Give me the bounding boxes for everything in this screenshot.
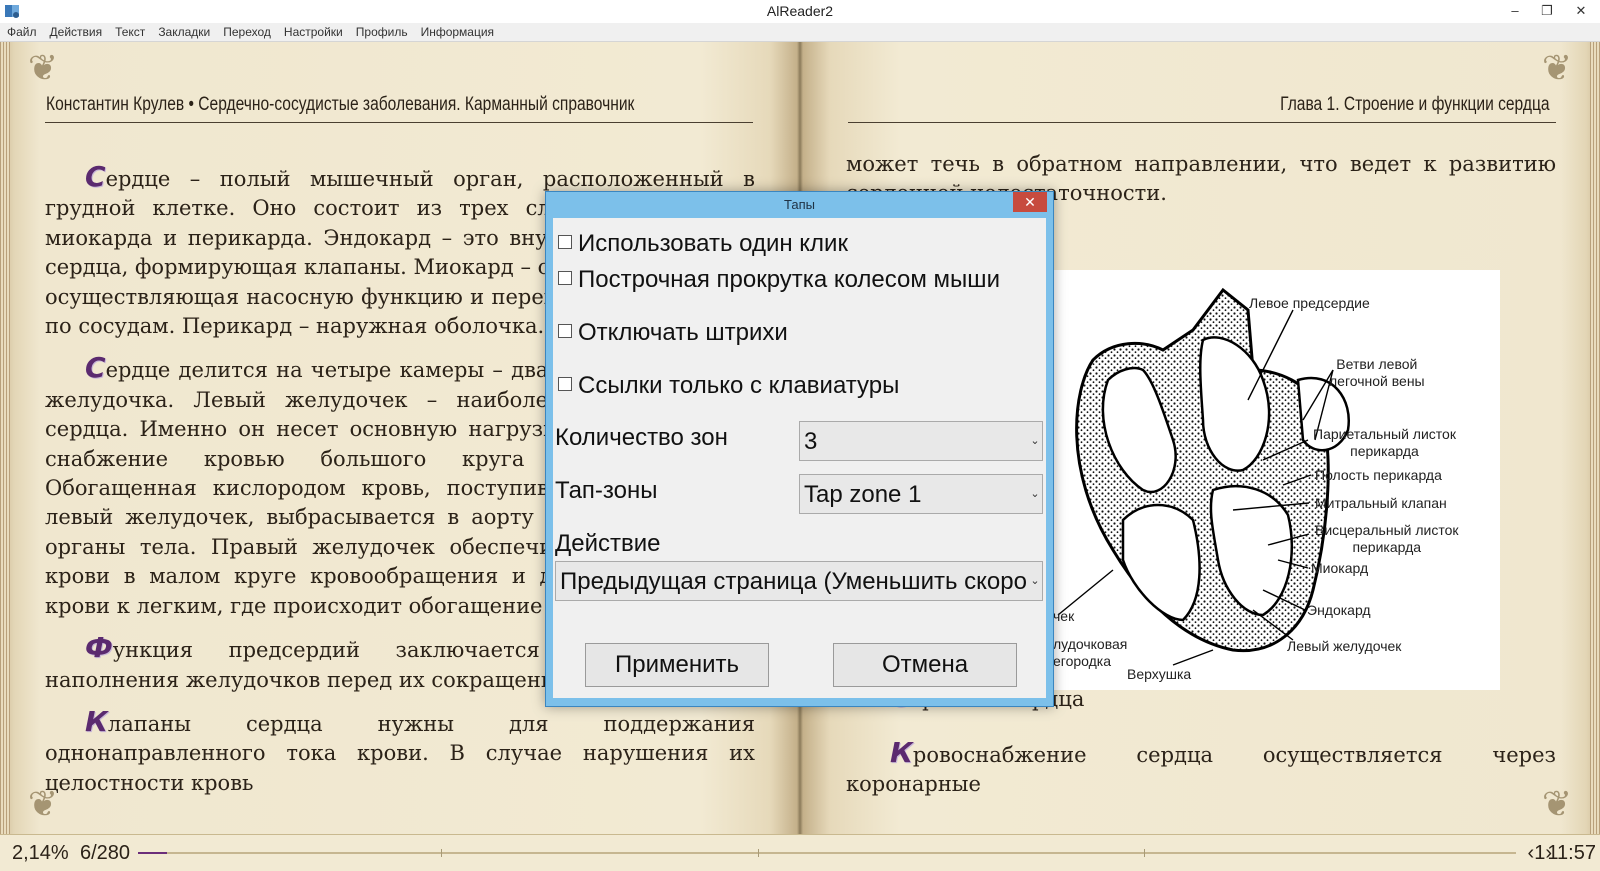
checkbox-icon[interactable]	[558, 377, 572, 391]
label-septum-partial: лудочковая егородка	[1053, 636, 1128, 669]
menu-info[interactable]: Информация	[414, 23, 500, 39]
zones-count-label: Количество зон	[555, 424, 728, 451]
progress-tick	[1143, 849, 1145, 857]
header-rule-left	[45, 122, 753, 123]
close-button[interactable]: ✕	[1566, 0, 1596, 23]
header-rule-right	[848, 122, 1556, 123]
menu-text[interactable]: Текст	[108, 23, 151, 39]
label-left-atrium: Левое предсердие	[1249, 295, 1370, 311]
minimize-button[interactable]: –	[1500, 0, 1530, 23]
progress-fill	[138, 852, 168, 854]
paragraph: Клапаны сердца нужны для поддержания одн…	[45, 704, 755, 795]
menu-actions[interactable]: Действия	[43, 23, 109, 39]
dialog-body: Использовать один клик Построчная прокру…	[553, 218, 1046, 698]
ornament-icon: ❦	[27, 48, 59, 89]
menu-file[interactable]: Файл	[0, 23, 43, 39]
progress-tick	[441, 849, 443, 857]
label-apex: Верхушка	[1127, 666, 1192, 682]
tap-zones-label: Тап-зоны	[555, 477, 658, 504]
right-page-paragraph: Кровоснабжение сердца осуществляется чер…	[846, 736, 1556, 797]
heart-diagram: Левое предсердие Ветви левой легочной ве…	[1053, 270, 1500, 690]
drop-cap: К	[85, 704, 108, 738]
label-parietal: Париетальный листок перикарда	[1313, 426, 1456, 459]
label-myocardium: Миокард	[1311, 560, 1369, 576]
label-pulmonary-veins: Ветви левой легочной вены	[1329, 356, 1425, 389]
label-endocardium: Эндокард	[1307, 602, 1371, 618]
cancel-button[interactable]: Отмена	[833, 643, 1017, 687]
checkbox-icon[interactable]	[558, 271, 572, 285]
action-select[interactable]: Предыдущая страница (Уменьшить скорость)…	[555, 561, 1043, 601]
zones-count-select[interactable]: 3 ⌄	[799, 421, 1043, 461]
label-ventricle-partial: чек	[1053, 608, 1075, 624]
label-cavity: Полость перикарда	[1315, 467, 1442, 483]
menu-settings[interactable]: Настройки	[277, 23, 349, 39]
menu-profile[interactable]: Профиль	[349, 23, 414, 39]
label-visceral: Висцеральный листок перикарда	[1315, 522, 1459, 555]
status-bar: 2,14% 6/280 ‹1› 11:57	[0, 834, 1600, 871]
label-left-ventricle: Левый желудочек	[1287, 638, 1402, 654]
label-mitral: Митральный клапан	[1315, 495, 1447, 511]
menu-goto[interactable]: Переход	[216, 23, 277, 39]
window-title: AlReader2	[766, 3, 834, 19]
menu-bar: Файл Действия Текст Закладки Переход Настройк…	[0, 23, 1600, 42]
page-edge-left	[0, 42, 10, 834]
checkbox-icon[interactable]	[558, 324, 572, 338]
menu-bookmarks[interactable]: Закладки	[151, 23, 216, 39]
checkbox-icon[interactable]	[558, 235, 572, 249]
action-label: Действие	[555, 530, 661, 557]
chevron-down-icon[interactable]: ⌄	[1028, 422, 1042, 460]
drop-cap: С	[85, 351, 106, 385]
running-header-right: Глава 1. Строение и функции сердца	[1280, 94, 1550, 115]
drop-cap: С	[85, 160, 106, 193]
title-bar: AlReader2 – ❐ ✕	[0, 0, 1600, 23]
ornament-icon: ❦	[1541, 48, 1573, 89]
taps-dialog: Тапы ✕ Использовать один клик Построчная…	[545, 191, 1054, 707]
drop-cap: Ф	[85, 631, 113, 665]
dialog-close-button[interactable]: ✕	[1013, 192, 1047, 212]
checkbox-wheel-scroll[interactable]: Построчная прокрутка колесом мыши	[558, 266, 1000, 294]
checkbox-keyboard-links[interactable]: Ссылки только с клавиатуры	[558, 372, 899, 400]
progress-track[interactable]	[138, 849, 1516, 857]
apply-button[interactable]: Применить	[585, 643, 769, 687]
drop-cap: К	[890, 736, 913, 769]
page-edge-right	[1590, 42, 1600, 834]
restore-button[interactable]: ❐	[1532, 0, 1562, 23]
chevron-down-icon[interactable]: ⌄	[1028, 475, 1042, 513]
tap-zones-select[interactable]: Tap zone 1 ⌄	[799, 474, 1043, 514]
dialog-title: Тапы	[784, 197, 815, 212]
running-header-left: Константин Крулев • Сердечно-сосудистые …	[46, 94, 635, 115]
chevron-down-icon[interactable]: ⌄	[1028, 562, 1042, 600]
checkbox-disable-strokes[interactable]: Отключать штрихи	[558, 319, 788, 347]
progress-tick	[758, 849, 760, 857]
page-counter: 6/280	[80, 842, 131, 864]
progress-percent: 2,14%	[12, 842, 69, 864]
clock: 11:57	[1547, 842, 1596, 864]
checkbox-single-click[interactable]: Использовать один клик	[558, 230, 848, 258]
